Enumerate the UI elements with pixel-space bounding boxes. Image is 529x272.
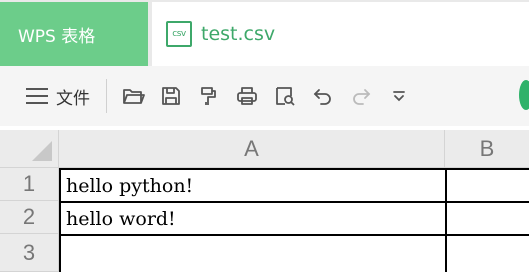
cell-a2[interactable]: hello word! [59,203,447,236]
format-painter-icon[interactable] [193,79,225,113]
more-icon[interactable] [383,79,415,113]
undo-icon[interactable] [307,79,339,113]
toolbar-divider [106,79,107,113]
print-preview-icon[interactable] [269,79,301,113]
app-tab-label: WPS 表格 [18,26,96,47]
title-bar: WPS 表格 csv test.csv [0,0,529,66]
hamburger-icon [26,88,48,104]
toolbar: 文件 [0,66,529,126]
document-tab-label: test.csv [201,23,276,45]
cell-a3[interactable] [59,236,447,272]
document-tab[interactable]: csv test.csv [152,2,529,66]
row-header-1[interactable]: 1 [0,168,59,201]
row-header-2[interactable]: 2 [0,201,59,234]
account-avatar[interactable] [519,80,529,110]
save-icon[interactable] [155,79,187,113]
select-all-corner[interactable] [0,130,59,168]
row-header-3[interactable]: 3 [0,234,59,272]
column-header-a[interactable]: A [59,130,445,168]
app-tab[interactable]: WPS 表格 [0,2,148,66]
redo-icon[interactable] [345,79,377,113]
csv-file-icon: csv [166,21,192,47]
print-icon[interactable] [231,79,263,113]
file-menu-button[interactable]: 文件 [26,76,90,116]
open-icon[interactable] [117,79,149,113]
column-header-b[interactable]: B [445,130,529,168]
cell-a1[interactable]: hello python! [59,168,447,203]
spreadsheet-grid: A B 1 2 3 hello python! hello word! [0,130,529,272]
cell-b1[interactable] [447,168,529,203]
cell-b3[interactable] [447,236,529,272]
file-menu-label: 文件 [56,88,90,109]
cell-b2[interactable] [447,203,529,236]
